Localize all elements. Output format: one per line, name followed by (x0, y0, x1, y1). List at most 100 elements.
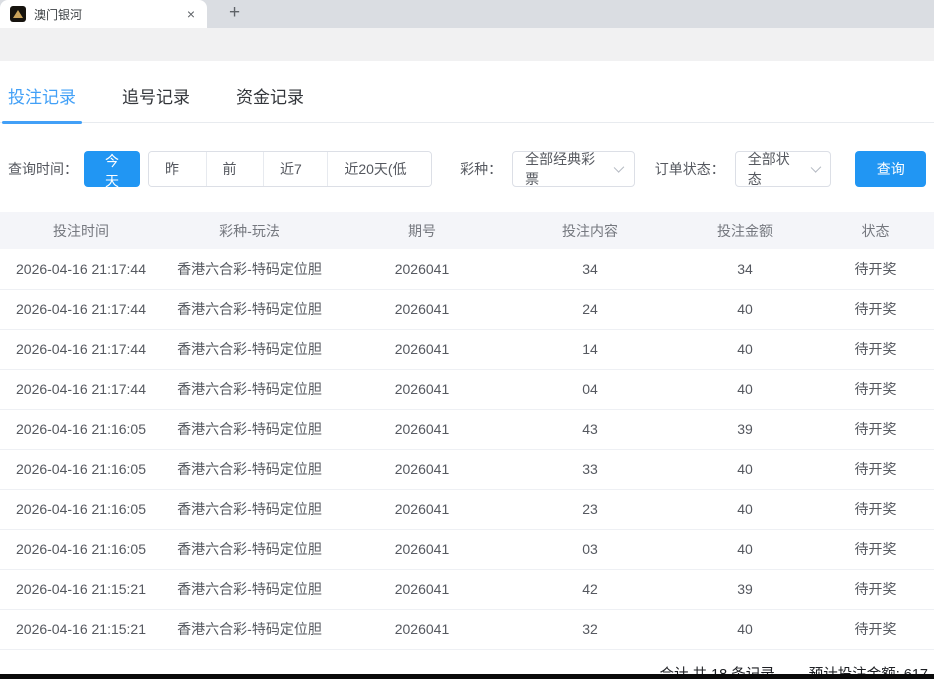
cell-bet-amount: 40 (673, 489, 817, 529)
column-header-issue-number: 期号 (337, 212, 507, 249)
cell-status: 待开奖 (817, 249, 934, 289)
table-row: 2026-04-16 21:17:44 香港六合彩-特码定位胆 2026041 … (0, 369, 934, 409)
cell-issue-number: 2026041 (337, 329, 507, 369)
browser-toolbar-strip (0, 28, 934, 61)
time-option-20days[interactable]: 近20天(低频) (327, 152, 431, 186)
table-header-row: 投注时间 彩种-玩法 期号 投注内容 投注金额 状态 (0, 212, 934, 249)
cell-status: 待开奖 (817, 609, 934, 649)
table-row: 2026-04-16 21:16:05 香港六合彩-特码定位胆 2026041 … (0, 409, 934, 449)
lottery-type-value: 全部经典彩票 (525, 149, 602, 189)
cell-bet-amount: 40 (673, 329, 817, 369)
chevron-down-icon (614, 162, 625, 173)
cell-issue-number: 2026041 (337, 609, 507, 649)
cell-bet-time: 2026-04-16 21:17:44 (0, 329, 162, 369)
tab-close-icon[interactable]: × (183, 5, 199, 23)
cell-bet-content: 43 (507, 409, 673, 449)
cell-bet-content: 32 (507, 609, 673, 649)
cell-status: 待开奖 (817, 449, 934, 489)
cell-bet-amount: 40 (673, 369, 817, 409)
order-status-label: 订单状态： (655, 159, 725, 179)
cell-status: 待开奖 (817, 329, 934, 369)
cell-lottery-play: 香港六合彩-特码定位胆 (162, 609, 337, 649)
cell-issue-number: 2026041 (337, 569, 507, 609)
cell-bet-content: 34 (507, 249, 673, 289)
chevron-down-icon (811, 162, 822, 173)
cell-bet-content: 24 (507, 289, 673, 329)
site-favicon-icon (10, 6, 26, 22)
column-header-bet-amount: 投注金额 (673, 212, 817, 249)
cell-bet-content: 03 (507, 529, 673, 569)
cell-lottery-play: 香港六合彩-特码定位胆 (162, 569, 337, 609)
cell-lottery-play: 香港六合彩-特码定位胆 (162, 329, 337, 369)
order-status-select[interactable]: 全部状态 (735, 151, 832, 187)
cell-issue-number: 2026041 (337, 489, 507, 529)
cell-bet-content: 14 (507, 329, 673, 369)
cell-bet-amount: 34 (673, 249, 817, 289)
cell-lottery-play: 香港六合彩-特码定位胆 (162, 289, 337, 329)
tab-bet-records[interactable]: 投注记录 (8, 83, 76, 122)
cell-bet-amount: 40 (673, 609, 817, 649)
cell-bet-time: 2026-04-16 21:15:21 (0, 569, 162, 609)
cell-bet-amount: 39 (673, 569, 817, 609)
cell-status: 待开奖 (817, 569, 934, 609)
cell-lottery-play: 香港六合彩-特码定位胆 (162, 489, 337, 529)
cell-status: 待开奖 (817, 289, 934, 329)
column-header-bet-time: 投注时间 (0, 212, 162, 249)
column-header-lottery-play: 彩种-玩法 (162, 212, 337, 249)
cell-bet-time: 2026-04-16 21:16:05 (0, 409, 162, 449)
cell-bet-time: 2026-04-16 21:17:44 (0, 369, 162, 409)
cell-bet-time: 2026-04-16 21:16:05 (0, 449, 162, 489)
cell-bet-time: 2026-04-16 21:15:21 (0, 609, 162, 649)
cell-lottery-play: 香港六合彩-特码定位胆 (162, 529, 337, 569)
cell-bet-content: 33 (507, 449, 673, 489)
time-option-day-before[interactable]: 前天 (206, 152, 264, 186)
cell-issue-number: 2026041 (337, 289, 507, 329)
time-option-yesterday[interactable]: 昨天 (149, 152, 206, 186)
time-option-group: 昨天 前天 近7天 近20天(低频) (148, 151, 432, 187)
cell-bet-amount: 40 (673, 529, 817, 569)
tab-chase-records[interactable]: 追号记录 (122, 83, 190, 122)
time-option-7days[interactable]: 近7天 (263, 152, 327, 186)
record-nav-tabs: 投注记录 追号记录 资金记录 (0, 61, 934, 123)
cell-bet-time: 2026-04-16 21:17:44 (0, 289, 162, 329)
new-tab-button[interactable]: + (223, 2, 246, 28)
table-row: 2026-04-16 21:16:05 香港六合彩-特码定位胆 2026041 … (0, 529, 934, 569)
table-row: 2026-04-16 21:15:21 香港六合彩-特码定位胆 2026041 … (0, 569, 934, 609)
table-row: 2026-04-16 21:16:05 香港六合彩-特码定位胆 2026041 … (0, 449, 934, 489)
browser-tab-bar: 澳门银河 × + (0, 0, 934, 28)
query-time-label: 查询时间： (8, 159, 78, 179)
records-tbody: 2026-04-16 21:17:44 香港六合彩-特码定位胆 2026041 … (0, 249, 934, 649)
cell-status: 待开奖 (817, 369, 934, 409)
column-header-bet-content: 投注内容 (507, 212, 673, 249)
cell-bet-time: 2026-04-16 21:16:05 (0, 489, 162, 529)
cell-issue-number: 2026041 (337, 529, 507, 569)
browser-tab[interactable]: 澳门银河 × (0, 0, 207, 28)
cell-issue-number: 2026041 (337, 369, 507, 409)
time-option-today[interactable]: 今天 (84, 151, 140, 187)
cell-lottery-play: 香港六合彩-特码定位胆 (162, 249, 337, 289)
cell-lottery-play: 香港六合彩-特码定位胆 (162, 409, 337, 449)
lottery-type-label: 彩种： (460, 159, 502, 179)
tab-fund-records[interactable]: 资金记录 (236, 83, 304, 122)
cell-issue-number: 2026041 (337, 249, 507, 289)
cell-issue-number: 2026041 (337, 449, 507, 489)
cell-bet-amount: 40 (673, 289, 817, 329)
cell-bet-time: 2026-04-16 21:17:44 (0, 249, 162, 289)
taskbar-edge-strip (0, 674, 934, 679)
table-row: 2026-04-16 21:17:44 香港六合彩-特码定位胆 2026041 … (0, 289, 934, 329)
cell-status: 待开奖 (817, 409, 934, 449)
cell-bet-amount: 40 (673, 449, 817, 489)
cell-bet-content: 23 (507, 489, 673, 529)
cell-lottery-play: 香港六合彩-特码定位胆 (162, 369, 337, 409)
bet-records-table: 投注时间 彩种-玩法 期号 投注内容 投注金额 状态 2026-04-16 21… (0, 212, 934, 650)
table-row: 2026-04-16 21:17:44 香港六合彩-特码定位胆 2026041 … (0, 329, 934, 369)
table-row: 2026-04-16 21:15:21 香港六合彩-特码定位胆 2026041 … (0, 609, 934, 649)
query-button[interactable]: 查询 (855, 151, 926, 187)
table-row: 2026-04-16 21:16:05 香港六合彩-特码定位胆 2026041 … (0, 489, 934, 529)
cell-status: 待开奖 (817, 529, 934, 569)
cell-bet-content: 42 (507, 569, 673, 609)
lottery-type-select[interactable]: 全部经典彩票 (512, 151, 635, 187)
column-header-status: 状态 (817, 212, 934, 249)
cell-lottery-play: 香港六合彩-特码定位胆 (162, 449, 337, 489)
table-row: 2026-04-16 21:17:44 香港六合彩-特码定位胆 2026041 … (0, 249, 934, 289)
